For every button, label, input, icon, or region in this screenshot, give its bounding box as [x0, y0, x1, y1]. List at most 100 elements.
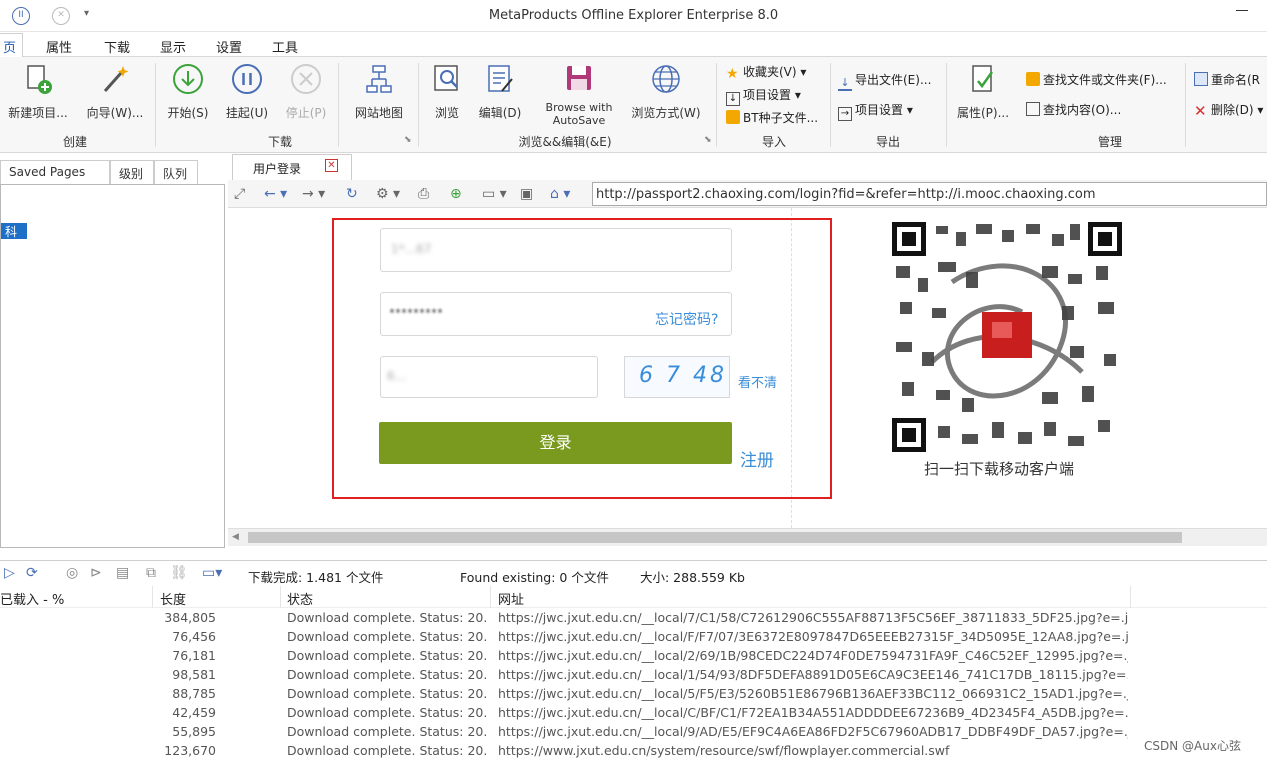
rename-button[interactable]: 重命名(R: [1194, 71, 1260, 88]
browse-mode-button[interactable]: 浏览方式(W): [628, 63, 704, 121]
web-content: 1*...67 ********* 忘记密码? 6... 6 7 48 看不清 …: [228, 208, 1267, 528]
import-favorites-label: 收藏夹(V): [743, 65, 797, 79]
find-folder-icon: [1026, 72, 1040, 86]
ribbon-separator: [830, 63, 831, 147]
delete-button[interactable]: ✕ 删除(D) ▾: [1194, 101, 1263, 119]
tab-levels[interactable]: 级别: [110, 160, 154, 184]
export-project-settings-button[interactable]: → 项目设置 ▾: [838, 101, 913, 121]
print-icon[interactable]: ⎙: [418, 186, 429, 202]
column-length[interactable]: 长度: [160, 589, 186, 608]
document-tab[interactable]: 用户登录 ✕: [232, 154, 352, 180]
group-launcher-icon[interactable]: ⬊: [704, 135, 712, 145]
save-page-icon[interactable]: ▣: [520, 186, 533, 202]
column-loaded[interactable]: 已载入 - %: [0, 589, 64, 608]
table-row[interactable]: 76,456 Download complete. Status: 20... ht…: [0, 628, 1267, 647]
table-row[interactable]: 123,670 Download complete. Status: 20... h…: [0, 742, 1267, 761]
group-launcher-icon[interactable]: ⬊: [404, 135, 412, 145]
row-url: https://www.jxut.edu.cn/system/resource/…: [498, 743, 950, 758]
find-content-button[interactable]: 查找内容(O)...: [1026, 101, 1121, 118]
export-file-icon: ↓: [838, 77, 852, 91]
scroll-left-icon[interactable]: ◀: [232, 532, 239, 542]
menu-settings[interactable]: 设置: [216, 37, 242, 56]
sitemap-button[interactable]: 网站地图: [345, 63, 413, 121]
row-url: https://jwc.jxut.edu.cn/__local/C/BF/C1/…: [498, 705, 1128, 720]
browse-magnifier-icon: [434, 65, 458, 91]
window-title: MetaProducts Offline Explorer Enterprise…: [488, 8, 779, 23]
list-refresh-icon[interactable]: ⟳: [26, 565, 38, 581]
size-text: 大小: 288.559 Kb: [640, 570, 745, 585]
menu-download[interactable]: 下载: [104, 37, 130, 56]
add-link-icon[interactable]: ⊕: [450, 186, 462, 202]
menu-tools[interactable]: 工具: [272, 37, 298, 56]
menu-view[interactable]: 显示: [160, 37, 186, 56]
start-button[interactable]: 开始(S): [162, 63, 214, 121]
menu-properties[interactable]: 属性: [46, 37, 72, 56]
fullscreen-icon[interactable]: ⤢: [234, 186, 245, 202]
back-arrow-icon[interactable]: ← ▾: [264, 186, 287, 202]
tree-item-selected[interactable]: 科: [1, 223, 27, 239]
suspend-button[interactable]: 挂起(U): [220, 63, 274, 121]
qr-code-image: [892, 222, 1122, 452]
row-status: Download complete. Status: 20...: [287, 724, 487, 739]
export-list-icon[interactable]: ▭▾: [202, 565, 222, 581]
scroll-thumb[interactable]: [248, 532, 1182, 543]
import-project-settings-button[interactable]: ↓ 项目设置 ▾: [726, 86, 801, 106]
row-status: Download complete. Status: 20...: [287, 705, 487, 720]
stop-circle-icon[interactable]: ◎: [66, 565, 78, 581]
download-complete-text: 下载完成: 1.481 个文件: [248, 570, 384, 585]
play-circle-icon[interactable]: ⊳: [90, 565, 102, 581]
column-divider: [280, 586, 281, 608]
minimize-icon[interactable]: [1236, 10, 1248, 11]
export-file-button[interactable]: ↓ 导出文件(E)...: [838, 71, 931, 91]
menu-home[interactable]: 页: [0, 33, 24, 58]
wizard-wand-icon: [103, 66, 129, 92]
forward-arrow-icon[interactable]: → ▾: [302, 186, 325, 202]
tab-saved-pages[interactable]: Saved Pages: [0, 160, 110, 184]
wizard-button[interactable]: 向导(W)...: [82, 63, 148, 121]
browse-button[interactable]: 浏览: [424, 63, 470, 121]
table-row[interactable]: 42,459 Download complete. Status: 20... ht…: [0, 704, 1267, 723]
table-row[interactable]: 384,805 Download complete. Status: 20... h…: [0, 609, 1267, 628]
delete-label: 删除(D): [1211, 103, 1254, 117]
row-size: 123,670: [164, 743, 216, 758]
new-project-button[interactable]: 新建项目...: [2, 63, 74, 121]
edit-button[interactable]: 编辑(D): [474, 63, 526, 121]
close-tab-icon[interactable]: ✕: [325, 159, 338, 172]
tab-queue[interactable]: 队列: [154, 160, 198, 184]
watermark: CSDN @Aux心弦: [1144, 737, 1241, 754]
ribbon-separator: [338, 63, 339, 147]
copy-icon[interactable]: ⧉: [146, 565, 156, 581]
globe-icon: [652, 65, 680, 93]
page-options-icon[interactable]: ▭ ▾: [482, 186, 507, 202]
import-favorites-button[interactable]: ★ 收藏夹(V) ▾: [726, 63, 806, 81]
table-row[interactable]: 76,181 Download complete. Status: 20... ht…: [0, 647, 1267, 666]
column-status[interactable]: 状态: [287, 589, 313, 608]
row-size: 55,895: [172, 724, 216, 739]
filmstrip-icon[interactable]: ▤: [116, 565, 129, 581]
play-icon[interactable]: ▷: [4, 565, 15, 581]
home-icon[interactable]: ⌂ ▾: [550, 186, 570, 202]
refresh-icon[interactable]: ↻: [346, 186, 358, 202]
address-bar[interactable]: http://passport2.chaoxing.com/login?fid=…: [592, 182, 1267, 206]
browse-label: 浏览: [434, 106, 459, 120]
row-size: 384,805: [164, 610, 216, 625]
settings-gear-icon[interactable]: ⚙ ▾: [376, 186, 400, 202]
stop-icon: [291, 64, 321, 94]
stop-button[interactable]: 停止(P): [280, 63, 332, 121]
new-project-icon: [27, 65, 52, 94]
table-row[interactable]: 98,581 Download complete. Status: 20... ht…: [0, 666, 1267, 685]
import-bt-button[interactable]: BT种子文件...: [726, 109, 818, 126]
link-icon[interactable]: ⛓: [170, 565, 188, 581]
horizontal-scrollbar[interactable]: ◀: [228, 528, 1267, 546]
row-url: https://jwc.jxut.edu.cn/__local/2/69/1B/…: [498, 648, 1128, 663]
start-label: 开始(S): [167, 106, 209, 120]
row-status: Download complete. Status: 20...: [287, 610, 487, 625]
column-url[interactable]: 网址: [498, 589, 524, 608]
save-disk-icon: [567, 66, 591, 90]
find-file-button[interactable]: 查找文件或文件夹(F)...: [1026, 71, 1167, 88]
table-row[interactable]: 88,785 Download complete. Status: 20... ht…: [0, 685, 1267, 704]
group-label-export: 导出: [875, 135, 900, 149]
browse-autosave-button[interactable]: Browse with AutoSave: [534, 63, 624, 127]
table-row[interactable]: 55,895 Download complete. Status: 20... ht…: [0, 723, 1267, 742]
properties-button[interactable]: 属性(P)...: [952, 63, 1014, 121]
